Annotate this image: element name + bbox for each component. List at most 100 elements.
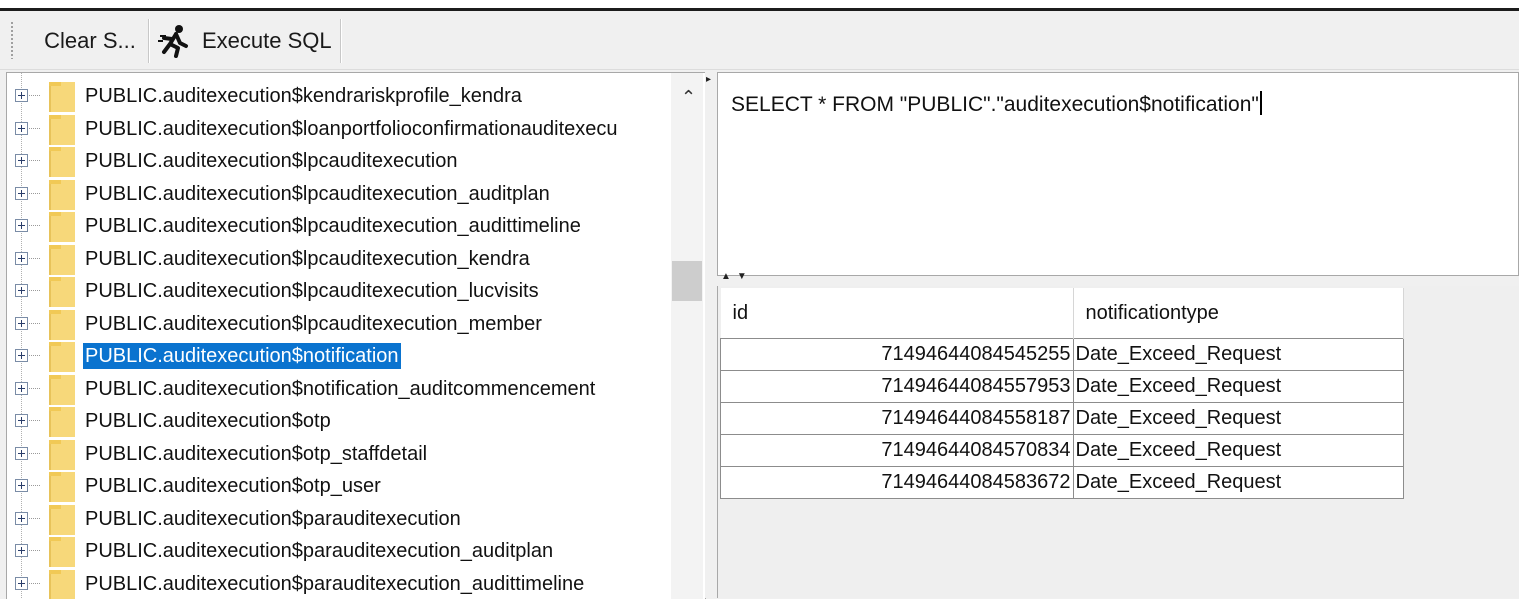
scroll-up-icon[interactable]: ⌃ [681,87,696,108]
collapse-arrows-icon[interactable]: ▲▼ [721,271,753,282]
table-row[interactable]: 71494644084545255Date_Exceed_Request [721,339,1404,371]
tree-connector [29,583,41,584]
table-row[interactable]: 71494644084557953Date_Exceed_Request [721,371,1404,403]
expand-icon[interactable] [15,349,28,362]
tree-item[interactable]: PUBLIC.auditexecution$lpcauditexecution_… [7,210,671,242]
collapse-left-icon[interactable]: ▸ [706,74,711,85]
expand-icon[interactable] [15,447,28,460]
cell-notificationtype[interactable]: Date_Exceed_Request [1073,403,1403,435]
tree-item[interactable]: PUBLIC.auditexecution$otp_staffdetail [7,438,671,470]
expand-icon[interactable] [15,89,28,102]
tree-item[interactable]: PUBLIC.auditexecution$lpcauditexecution_… [7,243,671,275]
table-row[interactable]: 71494644084583672Date_Exceed_Request [721,467,1404,499]
folder-icon [49,440,75,470]
cell-id[interactable]: 71494644084557953 [721,371,1074,403]
cell-notificationtype[interactable]: Date_Exceed_Request [1073,371,1403,403]
tree-connector [29,453,41,454]
tree-item[interactable]: PUBLIC.auditexecution$notification [7,340,671,372]
column-header-id[interactable]: id [721,288,1074,339]
tree-item[interactable]: PUBLIC.auditexecution$otp_user [7,470,671,502]
tree-item[interactable]: PUBLIC.auditexecution$lpcauditexecution_… [7,275,671,307]
folder-icon [49,245,75,275]
tree-connector [29,420,41,421]
vertical-splitter[interactable]: ▸ [705,70,717,598]
expand-icon[interactable] [15,284,28,297]
table-row[interactable]: 71494644084558187Date_Exceed_Request [721,403,1404,435]
tree-connector [29,193,41,194]
tree-item[interactable]: PUBLIC.auditexecution$lpcauditexecution_… [7,308,671,340]
window-top-strip [0,0,1519,11]
folder-icon [49,212,75,242]
folder-icon [49,407,75,437]
expand-icon[interactable] [15,544,28,557]
toolbar: Clear S... Execute SQL [0,11,1519,70]
toolbar-separator [340,19,342,63]
tree-item[interactable]: PUBLIC.auditexecution$kendrariskprofile_… [7,80,671,112]
window-top-edge [0,0,1519,8]
expand-icon[interactable] [15,122,28,135]
tree-connector [29,128,41,129]
execute-sql-button[interactable]: Execute SQL [158,19,338,63]
tree-item-label: PUBLIC.auditexecution$otp [83,408,333,434]
tree-item[interactable]: PUBLIC.auditexecution$parauditexecution_… [7,535,671,567]
tree-item-label: PUBLIC.auditexecution$otp_staffdetail [83,441,429,467]
folder-icon [49,310,75,340]
tree-item[interactable]: PUBLIC.auditexecution$parauditexecution [7,503,671,535]
expand-icon[interactable] [15,317,28,330]
tree-item-label: PUBLIC.auditexecution$lpcauditexecution_… [83,181,552,207]
horizontal-splitter[interactable]: ▲▼ [717,276,1519,286]
expand-icon[interactable] [15,577,28,590]
expand-icon[interactable] [15,219,28,232]
toolbar-grip[interactable] [10,21,14,59]
tree-item[interactable]: PUBLIC.auditexecution$lpcauditexecution_… [7,178,671,210]
folder-icon [49,375,75,405]
tree-item-label: PUBLIC.auditexecution$parauditexecution [83,506,463,532]
folder-icon [49,277,75,307]
cell-notificationtype[interactable]: Date_Exceed_Request [1073,435,1403,467]
folder-icon [49,472,75,502]
tree-item[interactable]: PUBLIC.auditexecution$otp [7,405,671,437]
sql-editor[interactable]: SELECT * FROM "PUBLIC"."auditexecution$n… [717,72,1519,276]
tree-item-label: PUBLIC.auditexecution$parauditexecution_… [83,538,555,564]
cell-notificationtype[interactable]: Date_Exceed_Request [1073,339,1403,371]
expand-icon[interactable] [15,187,28,200]
tree-item[interactable]: PUBLIC.auditexecution$parauditexecution_… [7,568,671,599]
sql-query-text: SELECT * FROM "PUBLIC"."auditexecution$n… [731,93,1259,116]
tree-vertical-scrollbar[interactable]: ⌃ [671,73,703,599]
schema-tree[interactable]: PUBLIC.auditexecution$kendrariskprofile_… [6,72,706,599]
expand-icon[interactable] [15,479,28,492]
column-header-notificationtype[interactable]: notificationtype [1073,288,1403,339]
folder-icon [49,82,75,112]
tree-item[interactable]: PUBLIC.auditexecution$lpcauditexecution [7,145,671,177]
cell-id[interactable]: 71494644084545255 [721,339,1074,371]
expand-icon[interactable] [15,414,28,427]
tree-item-label: PUBLIC.auditexecution$lpcauditexecution_… [83,246,532,272]
tree-connector [29,485,41,486]
tree-item-label: PUBLIC.auditexecution$lpcauditexecution_… [83,213,583,239]
expand-icon[interactable] [15,512,28,525]
cell-id[interactable]: 71494644084558187 [721,403,1074,435]
cell-id[interactable]: 71494644084570834 [721,435,1074,467]
folder-icon [49,342,75,372]
clear-button-label: Clear S... [44,28,136,54]
cell-notificationtype[interactable]: Date_Exceed_Request [1073,467,1403,499]
cell-id[interactable]: 71494644084583672 [721,467,1074,499]
tree-item-label: PUBLIC.auditexecution$parauditexecution_… [83,571,586,597]
results-table[interactable]: id notificationtype 71494644084545255Dat… [720,288,1404,499]
scrollbar-thumb[interactable] [672,261,702,301]
tree-item[interactable]: PUBLIC.auditexecution$loanportfolioconfi… [7,113,671,145]
expand-icon[interactable] [15,252,28,265]
tree-item[interactable]: PUBLIC.auditexecution$notification_audit… [7,373,671,405]
expand-icon[interactable] [15,154,28,167]
tree-connector [29,290,41,291]
expand-icon[interactable] [15,382,28,395]
folder-icon [49,537,75,567]
tree-item-label: PUBLIC.auditexecution$notification [83,343,401,369]
tree-connector [29,518,41,519]
clear-button[interactable]: Clear S... [34,19,146,63]
folder-icon [49,570,75,599]
folder-icon [49,115,75,145]
tree-item-label: PUBLIC.auditexecution$lpcauditexecution_… [83,311,544,337]
tree-item-label: PUBLIC.auditexecution$loanportfolioconfi… [83,116,620,142]
table-row[interactable]: 71494644084570834Date_Exceed_Request [721,435,1404,467]
